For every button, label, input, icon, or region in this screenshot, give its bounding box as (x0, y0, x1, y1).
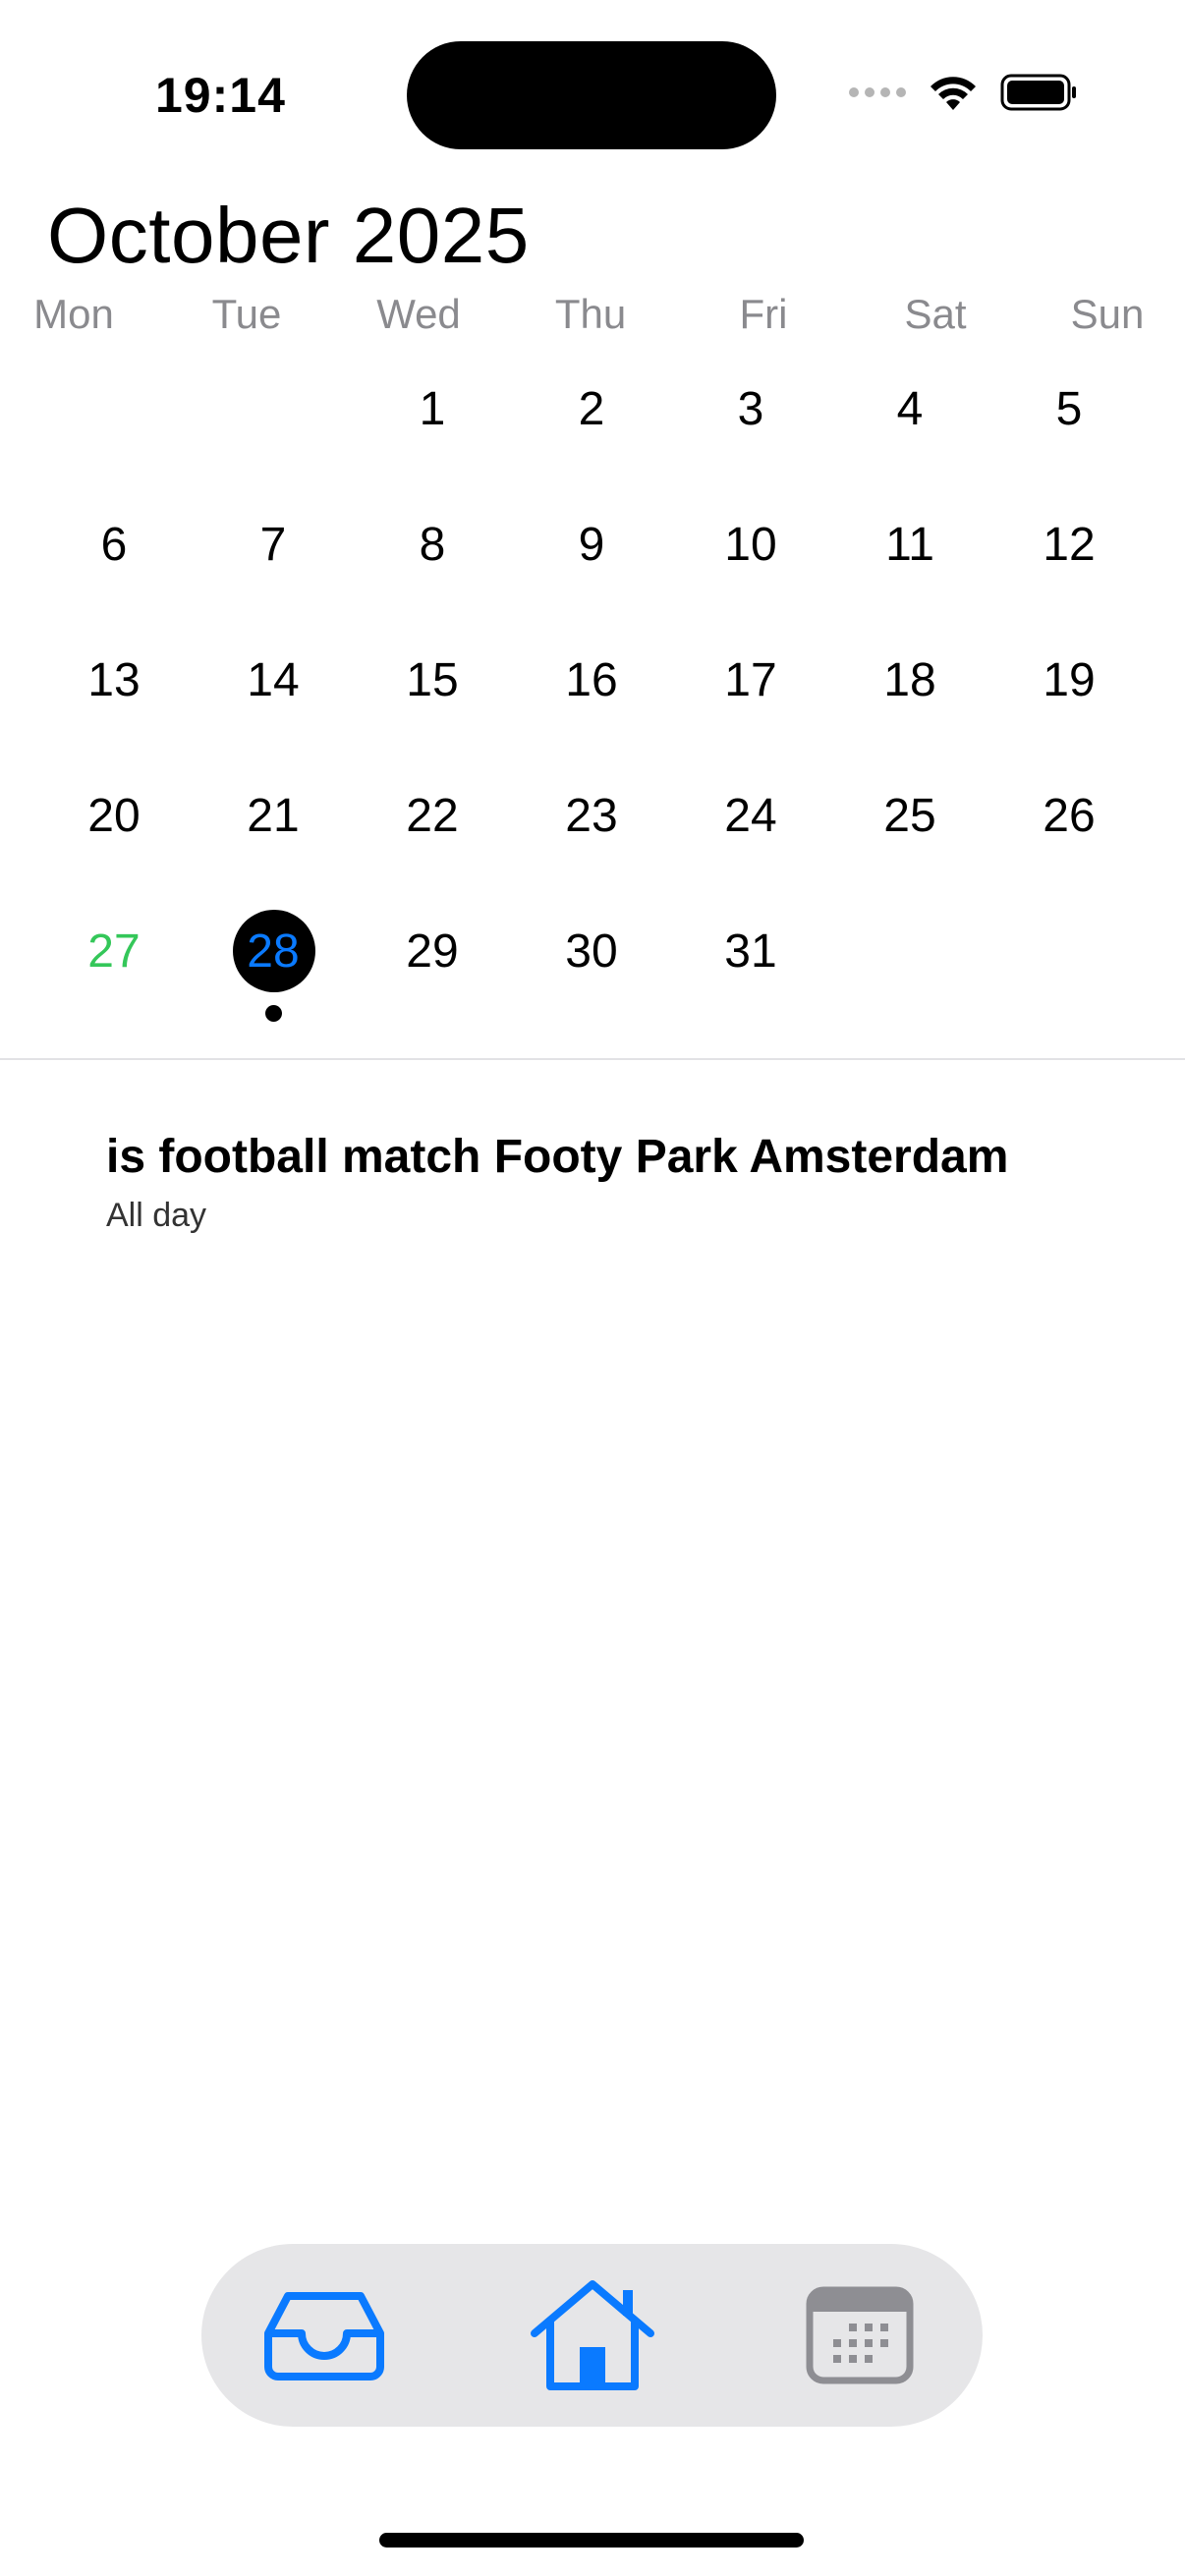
weekday-label: Fri (739, 291, 788, 337)
weekday-label: Sun (1070, 291, 1145, 337)
cellular-signal-icon (849, 87, 906, 97)
calendar-day[interactable]: 22 (383, 772, 481, 861)
tab-calendar[interactable] (771, 2244, 948, 2427)
calendar-day[interactable]: 19 (1020, 637, 1118, 725)
home-indicator (379, 2533, 804, 2548)
calendar-day[interactable]: 16 (542, 637, 641, 725)
calendar-day[interactable]: 29 (383, 908, 481, 996)
calendar-day[interactable]: 7 (224, 501, 322, 589)
weekday-label: Tue (211, 291, 282, 337)
calendar-day[interactable]: 25 (861, 772, 959, 861)
calendar-day[interactable]: 9 (542, 501, 641, 589)
calendar-day[interactable]: 31 (702, 908, 800, 996)
calendar-day[interactable]: 5 (1020, 365, 1118, 454)
event-time: All day (106, 1197, 207, 1234)
month-title: October 2025 (47, 192, 530, 279)
calendar-day[interactable]: 14 (224, 637, 322, 725)
tab-inbox[interactable] (236, 2244, 413, 2427)
calendar-day[interactable]: 18 (861, 637, 959, 725)
event-title: is football match Footy Park Amsterdam (106, 1131, 1009, 1183)
calendar-day[interactable]: 21 (224, 772, 322, 861)
weekday-label: Thu (554, 291, 627, 337)
dynamic-island (407, 41, 776, 149)
wifi-icon (931, 77, 976, 110)
calendar-day-today[interactable]: 27 (65, 908, 163, 996)
status-time: 19:14 (155, 68, 286, 123)
calendar-day[interactable]: 20 (65, 772, 163, 861)
calendar-day[interactable]: 17 (702, 637, 800, 725)
event-dot (265, 1005, 282, 1022)
calendar-day[interactable]: 4 (861, 365, 959, 454)
divider (0, 1058, 1185, 1060)
calendar-icon (806, 2286, 914, 2384)
calendar-day[interactable]: 6 (65, 501, 163, 589)
calendar-day[interactable]: 30 (542, 908, 641, 996)
weekday-label: Mon (33, 291, 114, 337)
calendar-day[interactable]: 11 (861, 501, 959, 589)
tab-home[interactable] (504, 2244, 681, 2427)
status-indicators (849, 73, 1079, 112)
calendar-day[interactable]: 26 (1020, 772, 1118, 861)
calendar-day-selected[interactable]: 28 (224, 908, 322, 996)
calendar-day[interactable]: 3 (702, 365, 800, 454)
weekday-label: Wed (376, 291, 461, 337)
calendar-day[interactable]: 15 (383, 637, 481, 725)
calendar-day[interactable]: 23 (542, 772, 641, 861)
inbox-icon (264, 2292, 384, 2380)
battery-icon (1000, 74, 1076, 111)
calendar-day[interactable]: 13 (65, 637, 163, 725)
calendar-day[interactable]: 1 (383, 365, 481, 454)
home-icon (531, 2280, 654, 2390)
calendar-day[interactable]: 12 (1020, 501, 1118, 589)
tab-bar (201, 2244, 983, 2427)
calendar-day[interactable]: 8 (383, 501, 481, 589)
calendar-day[interactable]: 24 (702, 772, 800, 861)
calendar-day[interactable]: 2 (542, 365, 641, 454)
calendar-day[interactable]: 10 (702, 501, 800, 589)
weekday-label: Sat (904, 291, 967, 337)
